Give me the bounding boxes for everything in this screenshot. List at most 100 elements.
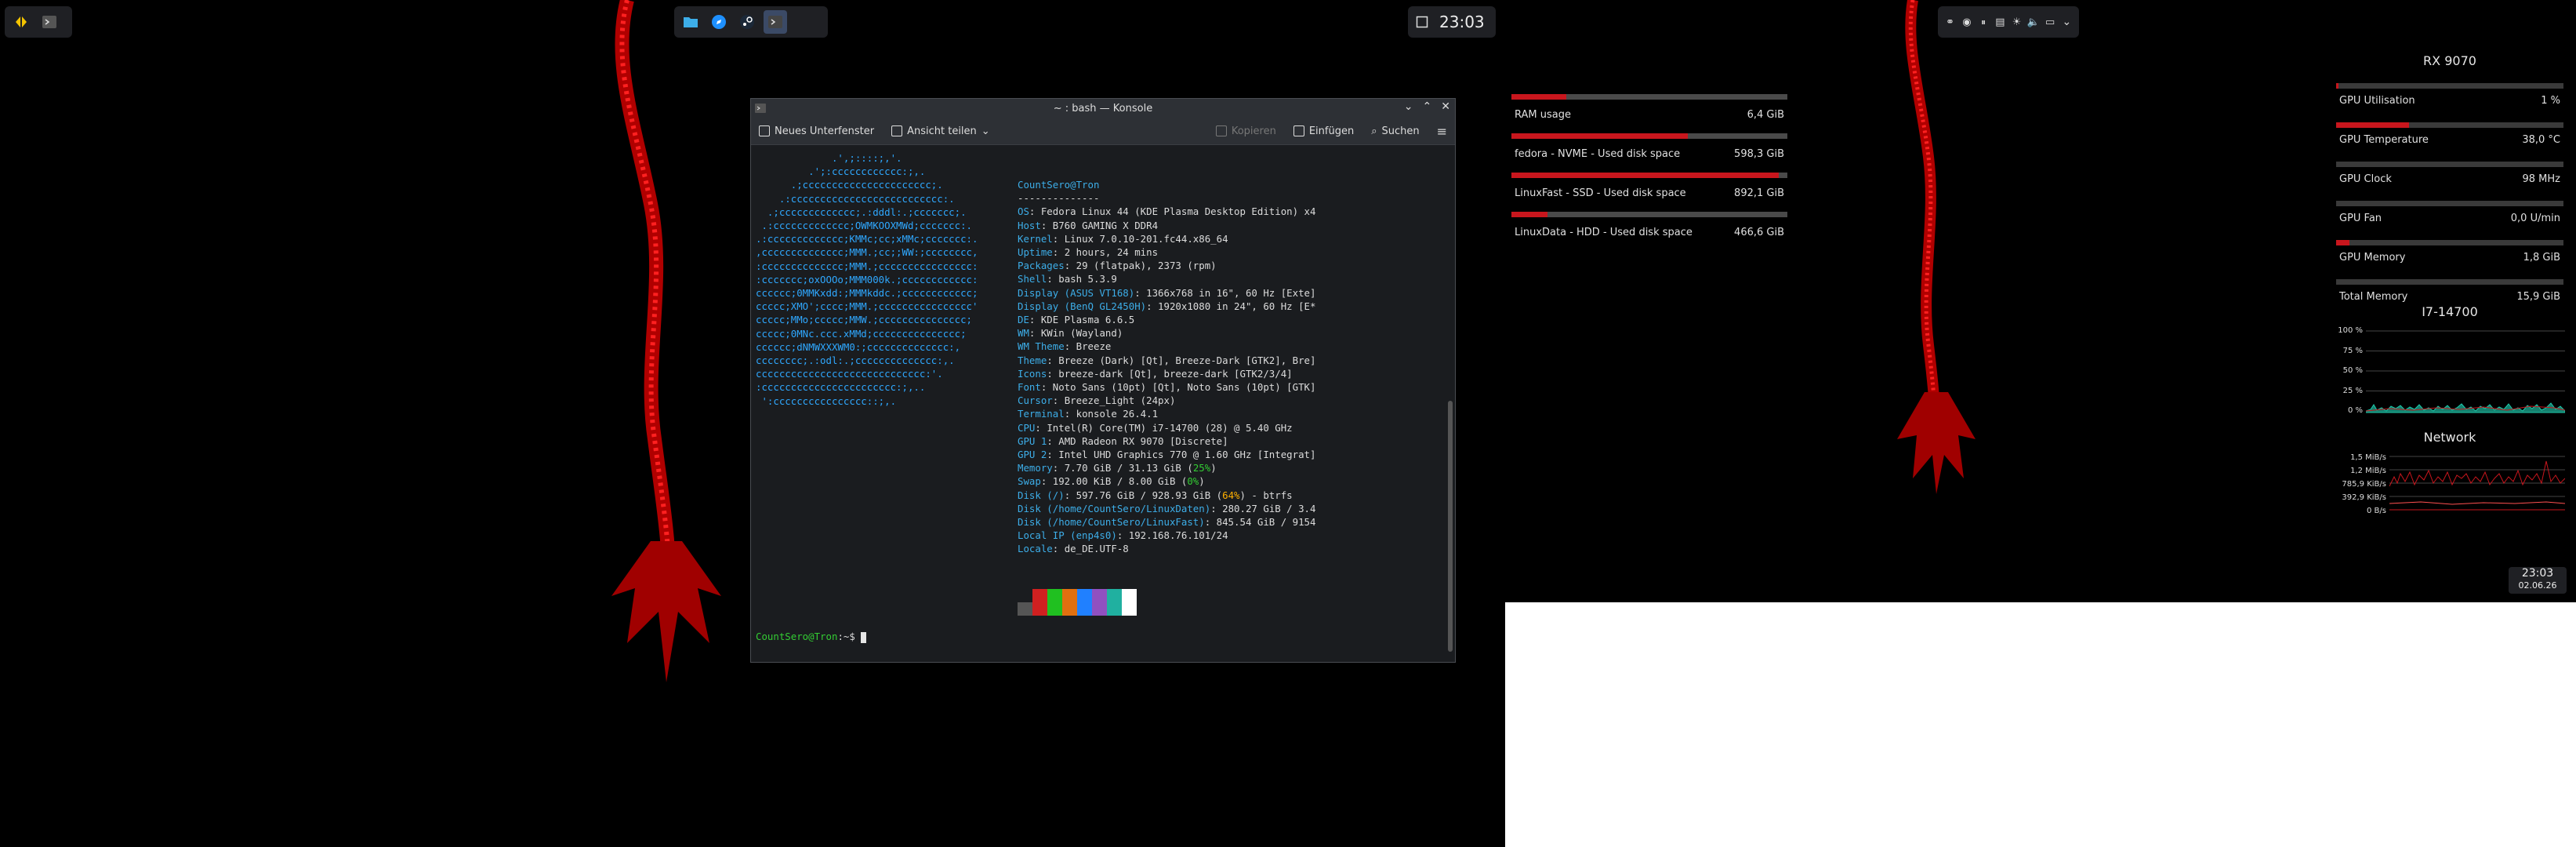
gpu-stat-row: GPU Utilisation 1 %: [2336, 95, 2563, 107]
palette-swatch: [1077, 589, 1092, 616]
info-value: 1366x768 in 16", 60 Hz [Exte]: [1146, 286, 1316, 299]
search-button[interactable]: ⌕ Suchen: [1371, 125, 1419, 137]
hamburger-icon: ≡: [1436, 123, 1447, 139]
close-icon[interactable]: ✕: [1441, 100, 1450, 113]
info-value: Noto Sans (10pt) [Qt], Noto Sans (10pt) …: [1052, 381, 1316, 393]
logo-line: :ccccccccccccccccccccccc:;,..: [756, 381, 926, 394]
bottom-clock-date: 02.06.26: [2518, 580, 2557, 591]
clipboard-icon: ▤: [1995, 16, 2005, 28]
tray-steam[interactable]: ◉: [1959, 10, 1974, 34]
tray-expand[interactable]: ⌄: [2059, 10, 2074, 34]
disk-usage-bar: [1511, 212, 1787, 217]
info-key: Uptime: [1018, 246, 1053, 258]
axis-label: 1,2 MiB/s: [2350, 467, 2386, 475]
paste-button[interactable]: Einfügen: [1293, 125, 1354, 137]
info-colon: :: [1047, 434, 1059, 447]
gpu-stat-label: GPU Clock: [2339, 173, 2392, 185]
tray-media[interactable]: ⏸: [1976, 10, 1991, 34]
info-key: Locale: [1018, 543, 1053, 555]
network-icon: ⚭: [1946, 16, 1955, 28]
info-value: bash 5.3.9: [1058, 273, 1117, 285]
axis-label: 100 %: [2338, 326, 2363, 335]
show-desktop-icon[interactable]: [1416, 16, 1428, 28]
task-browser[interactable]: [707, 10, 731, 34]
scrollbar-thumb[interactable]: [1448, 401, 1453, 652]
task-steam[interactable]: [735, 10, 759, 34]
info-row: Display (BenQ GL2450H): 1920x1080 in 24"…: [1018, 300, 1315, 314]
info-key: Swap: [1018, 475, 1041, 488]
search-label: Suchen: [1381, 125, 1420, 137]
new-tab-button[interactable]: Neues Unterfenster: [759, 125, 874, 137]
prompt-path: :~$: [837, 631, 862, 642]
info-colon: :: [1040, 381, 1053, 393]
terminal-icon: [755, 104, 766, 113]
tray-network[interactable]: ⚭: [1943, 10, 1957, 34]
info-key: Icons: [1018, 367, 1047, 380]
gpu-stat-row: GPU Memory 1,8 GiB: [2336, 252, 2563, 264]
window-title: ~ : bash — Konsole: [1053, 102, 1153, 115]
info-value: 192.168.76.101/24: [1128, 529, 1228, 542]
info-key: CPU: [1018, 421, 1036, 434]
tray-clipboard[interactable]: ▤: [1993, 10, 2008, 34]
maximize-icon[interactable]: ⌃: [1423, 100, 1432, 113]
terminal-scrollbar[interactable]: [1447, 150, 1453, 652]
logo-line: ':cccccccccccccccc::;,.: [756, 394, 897, 407]
info-colon: :: [1064, 408, 1076, 420]
konsole-launcher-button[interactable]: [38, 10, 61, 34]
info-key: Display (BenQ GL2450H): [1018, 300, 1147, 312]
gpu-stat-item: Total Memory 15,9 GiB: [2336, 279, 2563, 303]
disk-label: LinuxFast - SSD - Used disk space: [1515, 187, 1686, 199]
info-colon: :: [1052, 462, 1065, 474]
gpu-stat-row: GPU Clock 98 MHz: [2336, 173, 2563, 185]
top-clock-panel: 23:03: [1408, 6, 1496, 38]
volume-icon: 🔈: [2026, 16, 2040, 28]
info-colon: :: [1146, 300, 1159, 312]
disk-usage-row: RAM usage 6,4 GiB: [1511, 109, 1787, 121]
info-key: Kernel: [1018, 232, 1053, 245]
info-value: KDE Plasma 6.6.5: [1040, 314, 1135, 325]
info-value: 7.70 GiB / 31.13 GiB: [1064, 462, 1181, 474]
gpu-stat-fill: [2336, 83, 2338, 89]
info-colon: :: [1035, 421, 1047, 434]
tray-brightness[interactable]: ☀: [2009, 10, 2024, 34]
info-row: Disk (/): 597.76 GiB / 928.93 GiB (64%) …: [1018, 489, 1293, 503]
new-tab-icon: [759, 125, 770, 136]
gpu-stat-item: GPU Utilisation 1 %: [2336, 83, 2563, 107]
minimize-icon[interactable]: ⌄: [1404, 100, 1413, 113]
window-titlebar[interactable]: ~ : bash — Konsole ⌄ ⌃ ✕: [751, 99, 1455, 118]
info-colon: :: [1116, 529, 1129, 542]
copy-button[interactable]: Kopieren: [1215, 125, 1276, 137]
info-paren: ): [1199, 475, 1205, 488]
info-row: Icons: breeze-dark [Qt], breeze-dark [GT…: [1018, 367, 1293, 381]
palette-swatch: [1047, 589, 1062, 616]
bottom-clock-time: 23:03: [2521, 567, 2554, 580]
terminal-area[interactable]: .',;::::;,'. .';:cccccccccccc:;,. .;cccc…: [751, 145, 1455, 662]
bottom-clock[interactable]: 23:03 02.06.26: [2509, 567, 2567, 594]
disk-usage-fill: [1511, 133, 1689, 139]
tray-volume[interactable]: 🔈: [2026, 10, 2041, 34]
tray-display[interactable]: ▭: [2043, 10, 2058, 34]
axis-label: 392,9 KiB/s: [2342, 493, 2386, 502]
info-colon: :: [1134, 286, 1147, 299]
task-konsole[interactable]: [764, 10, 787, 34]
hamburger-menu-button[interactable]: ≡: [1437, 124, 1447, 139]
logo-line: ,cccccccccccccc;MMM.;cc;;WW:;cccccccc,: [756, 246, 978, 259]
gpu-stat-label: GPU Temperature: [2339, 134, 2429, 146]
info-colon: :: [1204, 516, 1217, 528]
top-left-panel: [5, 6, 72, 38]
info-colon: :: [1064, 489, 1076, 501]
app-launcher-button[interactable]: [9, 10, 33, 34]
split-view-button[interactable]: Ansicht teilen ⌄: [891, 125, 990, 137]
clock-text[interactable]: 23:03: [1439, 13, 1485, 31]
info-colon: :: [1040, 219, 1053, 231]
info-percent: 64%: [1222, 489, 1240, 501]
konsole-window[interactable]: ~ : bash — Konsole ⌄ ⌃ ✕ Neues Unterfens…: [750, 98, 1456, 663]
info-value: breeze-dark [Qt], breeze-dark [GTK2/3/4]: [1058, 367, 1293, 380]
info-row: Disk (/home/CountSero/LinuxFast): 845.54…: [1018, 515, 1315, 529]
task-dolphin[interactable]: [679, 10, 702, 34]
shell-prompt[interactable]: CountSero@Tron:~$: [756, 630, 867, 644]
info-row: GPU 2: Intel UHD Graphics 770 @ 1.60 GHz…: [1018, 448, 1315, 462]
disk-label: LinuxData - HDD - Used disk space: [1515, 227, 1693, 238]
network-upload-line: [2389, 501, 2565, 505]
info-value: 845.54 GiB / 9154: [1216, 516, 1316, 528]
